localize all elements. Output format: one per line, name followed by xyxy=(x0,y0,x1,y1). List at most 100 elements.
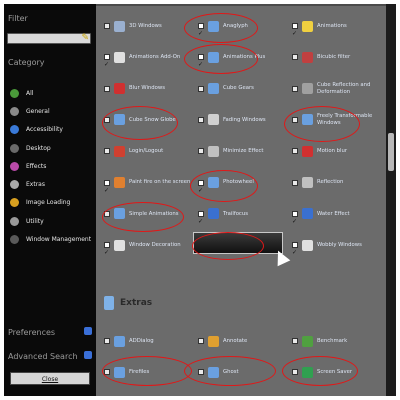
plugin-wobbly-windows[interactable]: Wobbly Windows xyxy=(288,231,380,259)
extras-icon xyxy=(10,180,19,190)
plugin-icon xyxy=(114,335,125,347)
desktop-icon xyxy=(10,143,19,153)
plugin-label: Bicubic filter xyxy=(317,54,351,61)
plugin-animations-add-on[interactable]: Animations Add-On xyxy=(100,43,192,71)
plugin-animations[interactable]: Animations xyxy=(288,12,380,40)
gear-icon xyxy=(10,106,19,116)
highlight-circle xyxy=(184,44,258,74)
plugin-label: Fading Windows xyxy=(223,116,266,123)
advanced-search-link[interactable]: Advanced Search xyxy=(8,351,96,361)
enable-checkbox[interactable] xyxy=(104,242,110,249)
plugin-icon xyxy=(302,51,313,63)
plugin-benchmark[interactable]: Benchmark xyxy=(288,327,380,355)
plugin-icon xyxy=(208,208,219,220)
plugin-icon xyxy=(208,145,219,157)
category-item-effects[interactable]: Effects xyxy=(10,157,94,175)
enable-checkbox[interactable] xyxy=(104,23,110,29)
enable-checkbox[interactable] xyxy=(292,85,298,92)
plugin-cube-reflection-and-deformation[interactable]: Cube Reflection and Deformation xyxy=(288,75,380,103)
scrollbar-thumb[interactable] xyxy=(388,133,394,171)
category-item-image-loading[interactable]: Image Loading xyxy=(10,194,94,212)
enable-checkbox[interactable] xyxy=(292,54,298,61)
enable-checkbox[interactable] xyxy=(104,148,110,155)
plugin-cube-gears[interactable]: Cube Gears xyxy=(194,75,286,103)
enable-checkbox[interactable] xyxy=(292,23,298,29)
utility-icon xyxy=(10,216,19,226)
preferences-label: Preferences xyxy=(8,328,56,337)
plugin-label: Blur Windows xyxy=(129,85,165,92)
plugin-icon xyxy=(114,177,125,188)
category-item-extras[interactable]: Extras xyxy=(10,175,94,193)
plugin-icon xyxy=(114,145,125,157)
category-item-utility[interactable]: Utility xyxy=(10,212,94,230)
plugin-minimize-effect[interactable]: Minimize Effect xyxy=(194,137,286,165)
plugin-icon xyxy=(114,83,125,95)
enable-checkbox[interactable] xyxy=(198,210,204,217)
scrollbar[interactable] xyxy=(386,4,396,396)
highlight-circle xyxy=(102,202,184,232)
enable-checkbox[interactable] xyxy=(292,179,298,186)
enable-checkbox[interactable] xyxy=(198,148,204,155)
enable-checkbox[interactable] xyxy=(198,338,204,344)
enable-checkbox[interactable] xyxy=(104,338,110,344)
plugin-annotate[interactable]: Annotate xyxy=(194,327,286,355)
category-item-desktop[interactable]: Desktop xyxy=(10,139,94,157)
effects-icon xyxy=(10,161,19,171)
plugin-icon xyxy=(208,114,219,126)
plugin-label: Paint fire on the screen xyxy=(129,179,191,186)
plugin-bicubic-filter[interactable]: Bicubic filter xyxy=(288,43,380,71)
preferences-link[interactable]: Preferences xyxy=(8,327,96,337)
plugin-addialog[interactable]: ADDialog xyxy=(100,327,192,355)
globe-icon xyxy=(10,88,19,98)
plugin-label: Benchmark xyxy=(317,337,348,344)
enable-checkbox[interactable] xyxy=(104,179,110,186)
plugin-motion-blur[interactable]: Motion blur xyxy=(288,137,380,165)
plugin-fading-windows[interactable]: Fading Windows xyxy=(194,106,286,134)
plugin-water-effect[interactable]: Water Effect xyxy=(288,200,380,228)
close-button[interactable]: Close xyxy=(10,372,90,385)
extras-icon xyxy=(104,296,114,310)
highlight-circle xyxy=(102,356,192,386)
arrow-right-icon xyxy=(84,327,92,335)
category-label: Effects xyxy=(26,162,47,170)
plugin-3d-windows[interactable]: 3D Windows xyxy=(100,12,192,40)
plugin-login-logout[interactable]: Login/Logout xyxy=(100,137,192,165)
category-item-accessibility[interactable]: Accessibility xyxy=(10,121,94,139)
plugin-label: Motion blur xyxy=(317,147,348,154)
category-list: All General Accessibility Desktop Effects Ext… xyxy=(10,84,94,249)
extras-heading: Extras xyxy=(104,296,152,310)
filter-input[interactable]: ✎ xyxy=(7,33,91,44)
enable-checkbox[interactable] xyxy=(292,338,298,344)
enable-checkbox[interactable] xyxy=(104,54,110,61)
plugin-label: Annotate xyxy=(223,337,248,344)
plugin-window-decoration[interactable]: Window Decoration xyxy=(100,231,192,259)
arrow-right-icon xyxy=(84,351,92,359)
highlight-circle xyxy=(184,13,258,43)
window-management-icon xyxy=(10,235,19,245)
plugin-trailfocus[interactable]: Trailfocus xyxy=(194,200,286,228)
accessibility-icon xyxy=(10,125,19,135)
clear-filter-icon[interactable]: ✎ xyxy=(81,33,89,44)
enable-checkbox[interactable] xyxy=(198,116,204,123)
enable-checkbox[interactable] xyxy=(104,85,110,92)
category-label: Utility xyxy=(26,217,44,225)
plugin-icon xyxy=(302,145,313,157)
plugin-reflection[interactable]: Reflection xyxy=(288,169,380,197)
highlight-circle xyxy=(184,356,276,386)
enable-checkbox[interactable] xyxy=(292,242,298,249)
enable-checkbox[interactable] xyxy=(292,210,298,217)
enable-checkbox[interactable] xyxy=(292,148,298,155)
category-label: Accessibility xyxy=(26,126,63,134)
plugin-icon xyxy=(114,20,125,32)
plugin-icon xyxy=(302,20,313,32)
category-item-general[interactable]: General xyxy=(10,102,94,120)
plugin-blur-windows[interactable]: Blur Windows xyxy=(100,75,192,103)
category-label: All xyxy=(26,89,34,97)
plugin-paint-fire-on-the-screen[interactable]: Paint fire on the screen xyxy=(100,169,192,197)
enable-checkbox[interactable] xyxy=(198,85,204,92)
plugin-label: 3D Windows xyxy=(129,22,162,29)
plugin-label: Trailfocus xyxy=(223,210,248,217)
category-item-window-management[interactable]: Window Management xyxy=(10,230,94,248)
settings-window: Filter ✎ Category All General Accessibilit… xyxy=(4,4,396,396)
category-item-all[interactable]: All xyxy=(10,84,94,102)
